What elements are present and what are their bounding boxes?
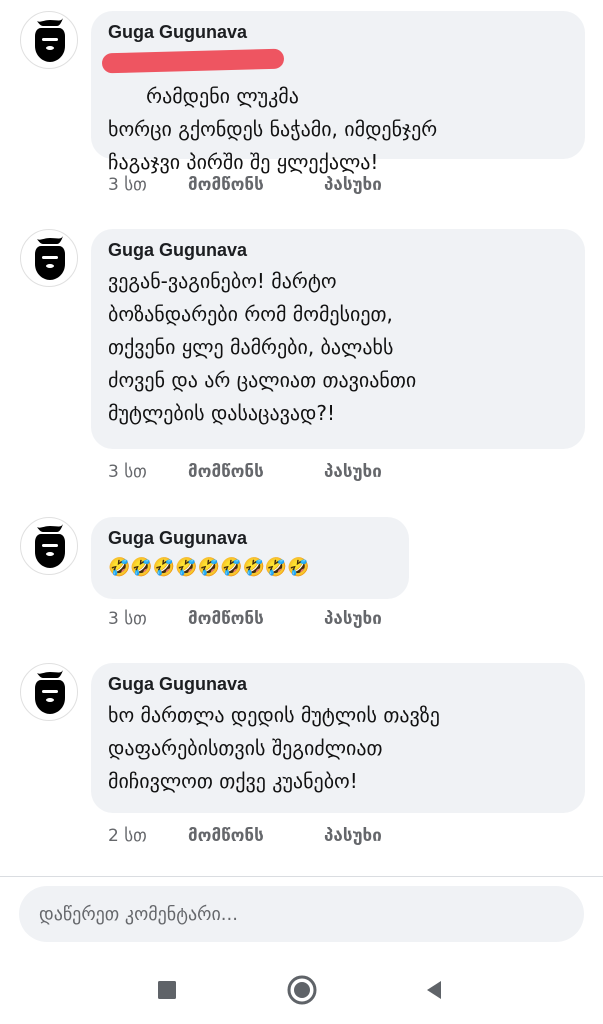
like-button[interactable]: მომწონს bbox=[188, 462, 324, 482]
bearded-man-icon bbox=[35, 670, 65, 714]
comment-time[interactable]: 3 სთ bbox=[108, 175, 188, 195]
home-button[interactable] bbox=[285, 973, 319, 1007]
avatar[interactable] bbox=[20, 11, 78, 69]
bearded-man-icon bbox=[35, 236, 65, 280]
stop-square-icon bbox=[158, 981, 176, 999]
comment-time[interactable]: 3 სთ bbox=[108, 609, 188, 629]
home-circle-icon bbox=[287, 975, 317, 1005]
comment-bubble: Guga Gugunava ვეგან-ვაგინებო! მარტო ბოზა… bbox=[91, 229, 585, 449]
system-nav-bar bbox=[0, 955, 603, 1024]
like-button[interactable]: მომწონს bbox=[188, 175, 324, 195]
comment-text: 🤣🤣🤣🤣🤣🤣🤣🤣🤣 bbox=[108, 557, 310, 578]
comment-author[interactable]: Guga Gugunava bbox=[108, 527, 393, 549]
bearded-man-icon bbox=[35, 524, 65, 568]
reply-button[interactable]: პასუხი bbox=[324, 175, 382, 195]
like-button[interactable]: მომწონს bbox=[188, 609, 324, 629]
back-button[interactable] bbox=[417, 973, 451, 1007]
recents-button[interactable] bbox=[150, 973, 184, 1007]
comment-time[interactable]: 3 სთ bbox=[108, 462, 188, 482]
comment-actions: 3 სთ მომწონს პასუხი bbox=[108, 609, 382, 629]
comment-text: ხო მართლა დედის მუტლის თავზე დაფარებისთვ… bbox=[108, 703, 440, 793]
avatar[interactable] bbox=[20, 517, 78, 575]
comment-composer[interactable] bbox=[19, 886, 584, 942]
back-triangle-icon bbox=[427, 981, 441, 999]
like-button[interactable]: მომწონს bbox=[188, 826, 324, 846]
comment-author[interactable]: Guga Gugunava bbox=[108, 673, 569, 695]
comment-author[interactable]: Guga Gugunava bbox=[108, 21, 569, 43]
comment-bubble: Guga Gugunava 🤣🤣🤣🤣🤣🤣🤣🤣🤣 bbox=[91, 517, 409, 599]
comment-actions: 3 სთ მომწონს პასუხი bbox=[108, 175, 382, 195]
avatar[interactable] bbox=[20, 663, 78, 721]
comment-bubble: Guga Gugunava რამდენი ლუკმა ხორცი გქონდე… bbox=[91, 11, 585, 174]
reply-button[interactable]: პასუხი bbox=[324, 462, 382, 482]
reply-button[interactable]: პასუხი bbox=[324, 826, 382, 846]
avatar[interactable] bbox=[20, 229, 78, 287]
comment-bubble: Guga Gugunava ხო მართლა დედის მუტლის თავ… bbox=[91, 663, 585, 813]
comment-author[interactable]: Guga Gugunava bbox=[108, 239, 569, 261]
redaction-mark bbox=[101, 48, 285, 74]
comment-actions: 3 სთ მომწონს პასუხი bbox=[108, 462, 382, 482]
comment-input[interactable] bbox=[37, 902, 561, 926]
comment-actions: 2 სთ მომწონს პასუხი bbox=[108, 826, 382, 846]
bearded-man-icon bbox=[35, 18, 65, 62]
divider bbox=[0, 876, 603, 877]
reply-button[interactable]: პასუხი bbox=[324, 609, 382, 629]
comment-time[interactable]: 2 სთ bbox=[108, 826, 188, 846]
comment-text: ვეგან-ვაგინებო! მარტო ბოზანდარები რომ მო… bbox=[108, 269, 417, 425]
